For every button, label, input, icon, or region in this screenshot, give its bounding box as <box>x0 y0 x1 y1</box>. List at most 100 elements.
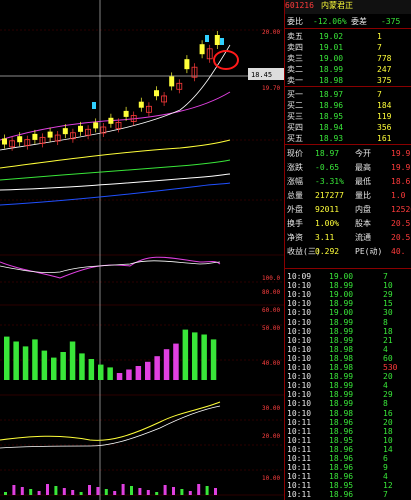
tick-row: 10:11 18.96 7 <box>285 489 411 500</box>
order-price: 18.94 <box>319 123 344 132</box>
stat-label: 最高 <box>355 163 371 172</box>
volume-bar <box>107 367 113 380</box>
stat-row: 换手 1.00% 股本 20.5 <box>285 218 411 229</box>
order-label: 买五 <box>287 134 303 143</box>
volume-stick <box>88 485 91 495</box>
order-label: 买二 <box>287 101 303 110</box>
quote-panel: 601216 内蒙君正 委比 -12.06% 委差 -375 卖五 19.02 1 卖… <box>284 0 411 500</box>
volume-stick <box>214 488 217 495</box>
stat-value: 0.292 <box>315 247 340 256</box>
candle <box>205 35 209 42</box>
volume-bar <box>163 349 170 380</box>
candle <box>92 102 96 109</box>
volume-bar <box>51 357 57 380</box>
volume-bar <box>60 352 66 380</box>
stat-value: 20.5 <box>391 233 411 242</box>
order-price: 18.99 <box>319 65 344 74</box>
volume-bar <box>22 346 29 380</box>
kline-chart[interactable]: 18.45 20.00 19.70 100.0 80.00 60.00 50.0… <box>0 0 284 500</box>
order-volume: 375 <box>377 76 392 85</box>
volume-bar <box>79 353 85 380</box>
volume-stick <box>37 491 41 495</box>
stat-row: 现价 18.97 今开 19.9 <box>285 148 411 159</box>
buy-row: 买五 18.93 161 <box>285 133 411 144</box>
volume-bar <box>88 359 95 380</box>
volume-stick <box>71 490 75 495</box>
stat-row: 净资 3.11 流通 20.5 <box>285 232 411 243</box>
volume-bar <box>145 361 151 380</box>
stat-value: -3.31% <box>315 177 344 186</box>
order-volume: 184 <box>377 101 392 110</box>
order-volume: 356 <box>377 123 392 132</box>
stat-label: 净资 <box>287 233 303 242</box>
order-price: 19.01 <box>319 43 344 52</box>
volume-stick <box>138 488 142 495</box>
volume-stick <box>46 484 49 495</box>
buy-row: 买一 18.97 7 <box>285 89 411 100</box>
stat-value: 19.9 <box>391 149 411 158</box>
stat-value: 40. <box>391 247 406 256</box>
order-label: 卖四 <box>287 43 303 52</box>
volume-bar <box>192 332 198 380</box>
volume-bar <box>116 373 123 380</box>
sell-row: 卖四 19.01 7 <box>285 42 411 53</box>
tick-volume: 7 <box>383 490 388 500</box>
stat-row: 涨跌 -0.65 最高 19.9 <box>285 162 411 173</box>
volume-stick <box>130 486 133 495</box>
order-label: 卖二 <box>287 65 303 74</box>
volume-stick <box>20 487 24 495</box>
order-price: 18.97 <box>319 90 344 99</box>
stat-value: 1.0 <box>391 191 406 200</box>
stat-label: 流通 <box>355 233 371 242</box>
volume-bar <box>182 329 189 380</box>
stat-value: 20.5 <box>391 219 411 228</box>
stat-label: 涨幅 <box>287 177 303 186</box>
volume-stick <box>197 484 201 495</box>
volume-stick <box>121 484 125 495</box>
order-price: 19.00 <box>319 54 344 63</box>
axis-label: 19.70 <box>262 85 280 92</box>
diff-row: 委比 -12.06% 委差 -375 <box>287 17 401 26</box>
order-price: 18.93 <box>319 134 344 143</box>
order-label: 卖一 <box>287 76 303 85</box>
order-volume: 778 <box>377 54 392 63</box>
volume-stick <box>29 489 33 495</box>
stat-label: 总量 <box>287 191 303 200</box>
buy-row: 买四 18.94 356 <box>285 122 411 133</box>
stat-value: 18.97 <box>315 149 340 158</box>
order-price: 19.02 <box>319 32 344 41</box>
volume-stick <box>163 485 167 495</box>
order-volume: 247 <box>377 65 392 74</box>
stat-label: 外盘 <box>287 205 303 214</box>
sell-row: 卖二 18.99 247 <box>285 64 411 75</box>
axis-label: 60.00 <box>262 307 280 314</box>
volume-bar <box>98 364 104 380</box>
order-volume: 161 <box>377 134 392 143</box>
volume-stick <box>96 487 100 495</box>
order-label: 买四 <box>287 123 303 132</box>
price-tag: 18.45 <box>251 71 272 79</box>
axis-label: 40.00 <box>262 360 280 367</box>
stock-name: 内蒙君正 <box>321 1 353 10</box>
volume-stick <box>79 492 83 495</box>
candle <box>220 38 224 45</box>
volume-stick <box>155 492 159 495</box>
order-price: 18.98 <box>319 76 344 85</box>
stat-row: 收益(三) 0.292 PE(动) 40. <box>285 246 411 257</box>
stock-header: 601216 内蒙君正 <box>285 0 411 14</box>
volume-stick <box>188 491 192 495</box>
axis-label: 100.0 <box>262 275 280 282</box>
stock-code: 601216 <box>285 1 314 10</box>
stat-label: 量比 <box>355 191 371 200</box>
stat-label: 今开 <box>355 149 371 158</box>
volume-stick <box>62 488 66 495</box>
stat-value: 3.11 <box>315 233 335 242</box>
volume-stick <box>104 489 108 495</box>
stat-value: -0.65 <box>315 163 340 172</box>
volume-bar <box>69 341 76 380</box>
volume-bar <box>41 350 48 380</box>
order-volume: 119 <box>377 112 392 121</box>
axis-label: 20.00 <box>262 433 280 440</box>
stat-label: 现价 <box>287 149 303 158</box>
order-volume: 7 <box>377 90 382 99</box>
